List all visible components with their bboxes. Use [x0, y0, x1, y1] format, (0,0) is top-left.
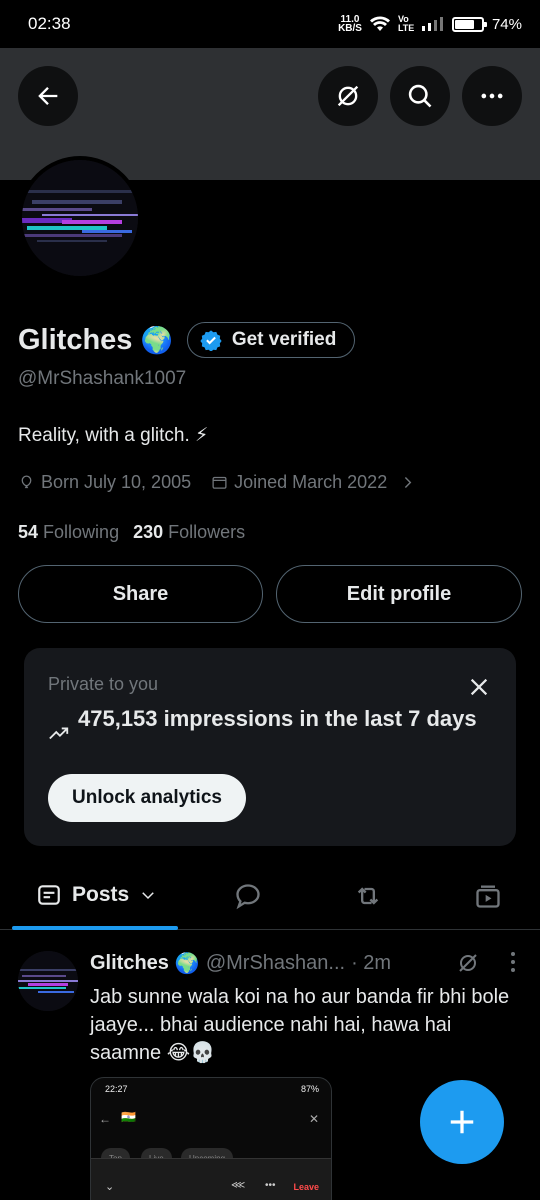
media-more-icon: ••• — [265, 1180, 276, 1191]
post-author-handle: @MrShashan... — [205, 952, 346, 974]
more-horizontal-icon — [481, 93, 503, 99]
private-label: Private to you — [48, 674, 159, 694]
media-flag: 🇮🇳 — [121, 1110, 136, 1124]
globe-emoji: 🌍 — [140, 324, 173, 355]
more-vertical-icon[interactable] — [510, 951, 516, 973]
plus-icon — [450, 1110, 474, 1134]
get-verified-button[interactable]: Get verified — [186, 322, 356, 358]
unlock-analytics-label: Unlock analytics — [72, 787, 222, 808]
battery-percent: 74% — [491, 15, 522, 33]
media-leave-label: Leave — [293, 1182, 319, 1192]
chevron-down-icon — [142, 892, 154, 900]
profile-meta: Born July 10, 2005 Joined March 2022 — [18, 472, 416, 493]
profile-name-row: Glitches 🌍 Get verified — [18, 322, 356, 358]
post-author-name[interactable]: Glitches — [90, 952, 169, 975]
more-button[interactable] — [462, 66, 522, 126]
compose-fab[interactable] — [420, 1080, 504, 1164]
wifi-icon — [369, 16, 390, 31]
profile-handle: @MrShashank1007 — [18, 368, 187, 389]
share-label: Share — [112, 582, 169, 605]
back-button[interactable] — [18, 66, 78, 126]
media-status-bar: 22:27 87% — [105, 1084, 319, 1094]
posts-icon — [38, 885, 60, 905]
post-text: Jab sunne wala koi na ho aur banda fir b… — [90, 986, 510, 1064]
following-label: Following — [43, 522, 120, 542]
edit-profile-button[interactable]: Edit profile — [276, 565, 522, 623]
profile-bio: Reality, with a glitch. ⚡ — [18, 425, 209, 446]
tab-posts[interactable]: Posts — [36, 882, 157, 908]
followers-label: Followers — [168, 522, 246, 542]
volte-icon: Vo LTE — [397, 14, 415, 33]
trending-up-icon — [49, 727, 69, 740]
verified-badge-icon — [200, 330, 222, 351]
analytics-card: Private to you 475,153 impressions in th… — [24, 648, 516, 846]
joined-date: Joined March 2022 — [234, 472, 388, 492]
signal-icon — [421, 17, 443, 31]
born-date: Born July 10, 2005 — [41, 472, 192, 492]
search-icon — [408, 84, 432, 108]
status-time: 02:38 — [28, 14, 71, 33]
grok-icon[interactable] — [456, 951, 480, 975]
network-speed: 11.0 KB/S — [338, 14, 362, 34]
status-icons: 11.0 KB/S Vo LTE 74% — [338, 14, 522, 34]
avatar-glitch-image — [18, 951, 78, 1011]
media-back-arrow-icon: ← — [99, 1112, 111, 1126]
battery-icon — [451, 16, 487, 32]
share-button[interactable]: Share — [18, 565, 263, 623]
media-bottom-sheet — [91, 1158, 331, 1200]
post-media-screenshot[interactable]: 22:27 87% ← 🇮🇳 ✕ Top Live Upcoming ⌄ ⋘ •… — [90, 1077, 332, 1200]
media-share-icon: ⋘ — [231, 1180, 246, 1191]
profile-avatar[interactable] — [18, 156, 142, 280]
tab-active-indicator — [12, 926, 178, 930]
post-header: Glitches 🌍 @MrShashan... · 2m — [90, 951, 490, 976]
close-icon[interactable] — [468, 676, 490, 698]
media-time: 22:27 — [105, 1084, 128, 1094]
follow-stats: 54 Following 230 Followers — [18, 522, 245, 543]
tab-replies-icon[interactable] — [234, 882, 262, 910]
edit-profile-label: Edit profile — [346, 582, 452, 605]
grok-button[interactable] — [318, 66, 378, 126]
following-count: 54 — [18, 522, 39, 542]
calendar-icon — [212, 476, 227, 489]
unlock-analytics-button[interactable]: Unlock analytics — [48, 774, 246, 822]
avatar-glitch-image — [22, 160, 138, 276]
search-button[interactable] — [390, 66, 450, 126]
media-close-icon: ✕ — [308, 1112, 319, 1126]
tab-reposts-icon[interactable] — [354, 882, 382, 910]
grok-icon — [337, 85, 359, 107]
followers-link[interactable]: 230 Followers — [133, 522, 245, 543]
media-battery: 87% — [300, 1084, 319, 1094]
tab-posts-label: Posts — [72, 883, 130, 906]
birthday-balloon-icon — [21, 475, 32, 489]
get-verified-label: Get verified — [231, 329, 337, 350]
post-avatar[interactable] — [18, 951, 78, 1011]
profile-tabs: Posts — [0, 864, 540, 930]
following-link[interactable]: 54 Following — [18, 522, 119, 543]
chevron-right-icon[interactable] — [399, 474, 416, 491]
globe-emoji: 🌍 — [174, 953, 200, 975]
post-time: · 2m — [351, 952, 392, 974]
followers-count: 230 — [133, 522, 164, 542]
profile-name: Glitches — [18, 323, 133, 356]
media-chevron-down-icon: ⌄ — [105, 1181, 115, 1193]
impressions-text: 475,153 impressions in the last 7 days — [78, 706, 477, 731]
arrow-left-icon — [38, 87, 58, 105]
status-bar: 02:38 11.0 KB/S Vo LTE 74% — [0, 0, 540, 48]
tab-media-icon[interactable] — [474, 882, 502, 910]
